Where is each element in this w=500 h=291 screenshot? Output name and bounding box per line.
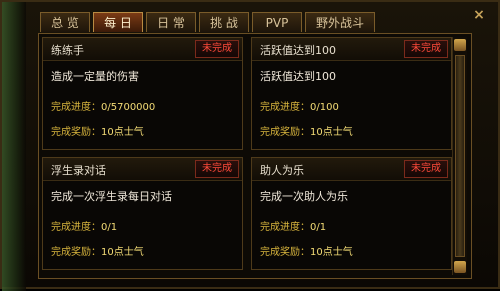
task-title: 练练手 bbox=[51, 44, 84, 57]
task-progress: 完成进度：0/1 bbox=[260, 218, 326, 233]
reward-value: 10点士气 bbox=[310, 127, 353, 138]
tab-challenge[interactable]: 挑 战 bbox=[199, 12, 249, 32]
reward-value: 10点士气 bbox=[101, 127, 144, 138]
tab-overview[interactable]: 总 览 bbox=[40, 12, 90, 32]
task-title: 助人为乐 bbox=[260, 164, 304, 177]
task-description: 完成一次浮生录每日对话 bbox=[51, 190, 172, 203]
vertical-scrollbar[interactable] bbox=[452, 37, 467, 275]
reward-label: 完成奖励： bbox=[51, 247, 101, 258]
task-card[interactable]: 助人为乐 未完成 完成一次助人为乐 完成进度：0/1 完成奖励：10点士气 bbox=[251, 157, 452, 270]
status-badge: 未完成 bbox=[195, 160, 239, 178]
progress-value: 0/1 bbox=[101, 222, 118, 233]
status-badge: 未完成 bbox=[404, 40, 448, 58]
task-title: 浮生录对话 bbox=[51, 164, 106, 177]
task-title: 活跃值达到100 bbox=[260, 44, 336, 57]
task-reward: 完成奖励：10点士气 bbox=[51, 123, 144, 138]
task-card[interactable]: 浮生录对话 未完成 完成一次浮生录每日对话 完成进度：0/1 完成奖励：10点士… bbox=[42, 157, 243, 270]
scroll-down-icon[interactable] bbox=[454, 261, 466, 273]
progress-label: 完成进度： bbox=[260, 222, 310, 233]
progress-label: 完成进度： bbox=[260, 102, 310, 113]
task-panel: 练练手 未完成 造成一定量的伤害 完成进度：0/5700000 完成奖励：10点… bbox=[38, 33, 472, 279]
scroll-up-icon[interactable] bbox=[454, 39, 466, 51]
task-reward: 完成奖励：10点士气 bbox=[260, 123, 353, 138]
task-description: 造成一定量的伤害 bbox=[51, 70, 139, 83]
task-card-header: 浮生录对话 未完成 bbox=[43, 158, 242, 181]
task-card[interactable]: 练练手 未完成 造成一定量的伤害 完成进度：0/5700000 完成奖励：10点… bbox=[42, 37, 243, 150]
reward-label: 完成奖励： bbox=[260, 247, 310, 258]
task-description: 活跃值达到100 bbox=[260, 70, 336, 83]
reward-value: 10点士气 bbox=[310, 247, 353, 258]
reward-label: 完成奖励： bbox=[260, 127, 310, 138]
task-progress: 完成进度：0/5700000 bbox=[51, 98, 155, 113]
tab-pvp[interactable]: PVP bbox=[252, 12, 302, 32]
task-card-header: 练练手 未完成 bbox=[43, 38, 242, 61]
reward-label: 完成奖励： bbox=[51, 127, 101, 138]
task-progress: 完成进度：0/1 bbox=[51, 218, 117, 233]
progress-value: 0/5700000 bbox=[101, 102, 156, 113]
quest-window: × 总 览 每 日 日 常 挑 战 PVP 野外战斗 练练手 未完成 造成一定量… bbox=[0, 0, 500, 291]
tab-bar: 总 览 每 日 日 常 挑 战 PVP 野外战斗 bbox=[40, 12, 376, 34]
reward-value: 10点士气 bbox=[101, 247, 144, 258]
task-card[interactable]: 活跃值达到100 未完成 活跃值达到100 完成进度：0/100 完成奖励：10… bbox=[251, 37, 452, 150]
tab-daily[interactable]: 每 日 bbox=[93, 12, 143, 32]
progress-label: 完成进度： bbox=[51, 102, 101, 113]
tab-field-battle[interactable]: 野外战斗 bbox=[305, 12, 376, 32]
tab-routine[interactable]: 日 常 bbox=[146, 12, 196, 32]
task-progress: 完成进度：0/100 bbox=[260, 98, 339, 113]
task-reward: 完成奖励：10点士气 bbox=[260, 243, 353, 258]
close-icon[interactable]: × bbox=[472, 8, 486, 22]
scroll-thumb[interactable] bbox=[455, 55, 465, 257]
progress-value: 0/100 bbox=[310, 102, 339, 113]
task-card-header: 活跃值达到100 未完成 bbox=[252, 38, 451, 61]
background-scenery bbox=[2, 2, 26, 291]
status-badge: 未完成 bbox=[404, 160, 448, 178]
task-reward: 完成奖励：10点士气 bbox=[51, 243, 144, 258]
progress-value: 0/1 bbox=[310, 222, 327, 233]
task-description: 完成一次助人为乐 bbox=[260, 190, 348, 203]
status-badge: 未完成 bbox=[195, 40, 239, 58]
task-card-header: 助人为乐 未完成 bbox=[252, 158, 451, 181]
task-grid: 练练手 未完成 造成一定量的伤害 完成进度：0/5700000 完成奖励：10点… bbox=[42, 37, 452, 275]
progress-label: 完成进度： bbox=[51, 222, 101, 233]
